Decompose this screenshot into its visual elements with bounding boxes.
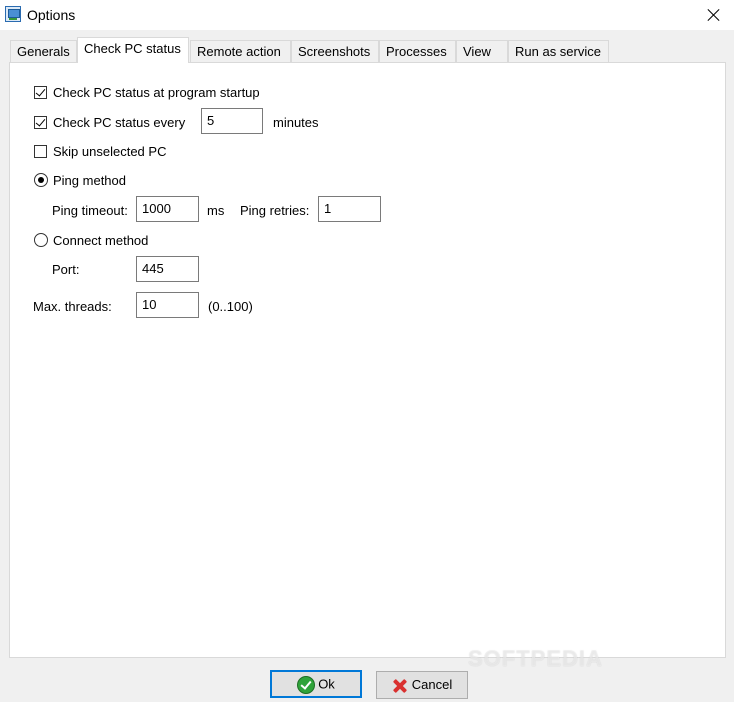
app-icon: [5, 6, 21, 22]
connect-method-radio[interactable]: [34, 233, 48, 247]
close-icon[interactable]: [694, 0, 734, 30]
check-icon: [297, 676, 316, 694]
startup-checkbox[interactable]: [34, 86, 47, 99]
ping-retries-label: Ping retries:: [240, 203, 310, 218]
interval-checkbox-label: Check PC status every: [53, 115, 186, 130]
softpedia-watermark: SOFTPEDIA: [468, 646, 603, 671]
ping-method-radio[interactable]: [34, 173, 48, 187]
ping-timeout-unit: ms: [207, 203, 225, 218]
ping-timeout-input[interactable]: 1000: [136, 196, 199, 222]
title-bar: Options: [0, 0, 734, 30]
connect-method-label: Connect method: [53, 233, 149, 248]
interval-unit-label: minutes: [273, 115, 319, 130]
max-threads-range: (0..100): [208, 299, 253, 314]
max-threads-input[interactable]: 10: [136, 292, 199, 318]
tab-check-pc-status[interactable]: Check PC status: [77, 37, 189, 63]
tab-screenshots[interactable]: Screenshots: [291, 40, 379, 62]
tab-panel: Check PC status at program startup Check…: [9, 62, 726, 658]
tab-remote-action[interactable]: Remote action: [190, 40, 291, 62]
ok-button[interactable]: Ok: [270, 670, 362, 698]
tab-run-as-service[interactable]: Run as service: [508, 40, 609, 62]
startup-checkbox-label: Check PC status at program startup: [53, 85, 260, 100]
ok-button-label: Ok: [318, 676, 335, 692]
skip-checkbox[interactable]: [34, 145, 47, 158]
cancel-button-label: Cancel: [411, 677, 453, 692]
skip-checkbox-label: Skip unselected PC: [53, 144, 167, 159]
port-input[interactable]: 445: [136, 256, 199, 282]
interval-input[interactable]: 5: [201, 108, 263, 134]
tab-view[interactable]: View: [456, 40, 508, 62]
cancel-button[interactable]: Cancel: [376, 671, 468, 699]
cross-icon: [392, 678, 408, 694]
ping-retries-input[interactable]: 1: [318, 196, 381, 222]
ping-timeout-label: Ping timeout:: [52, 203, 128, 218]
ping-method-label: Ping method: [53, 173, 126, 188]
tab-processes[interactable]: Processes: [379, 40, 456, 62]
window-title: Options: [27, 7, 76, 23]
tab-generals[interactable]: Generals: [10, 40, 77, 62]
max-threads-label: Max. threads:: [33, 299, 112, 314]
port-label: Port:: [52, 262, 80, 277]
interval-checkbox[interactable]: [34, 116, 47, 129]
